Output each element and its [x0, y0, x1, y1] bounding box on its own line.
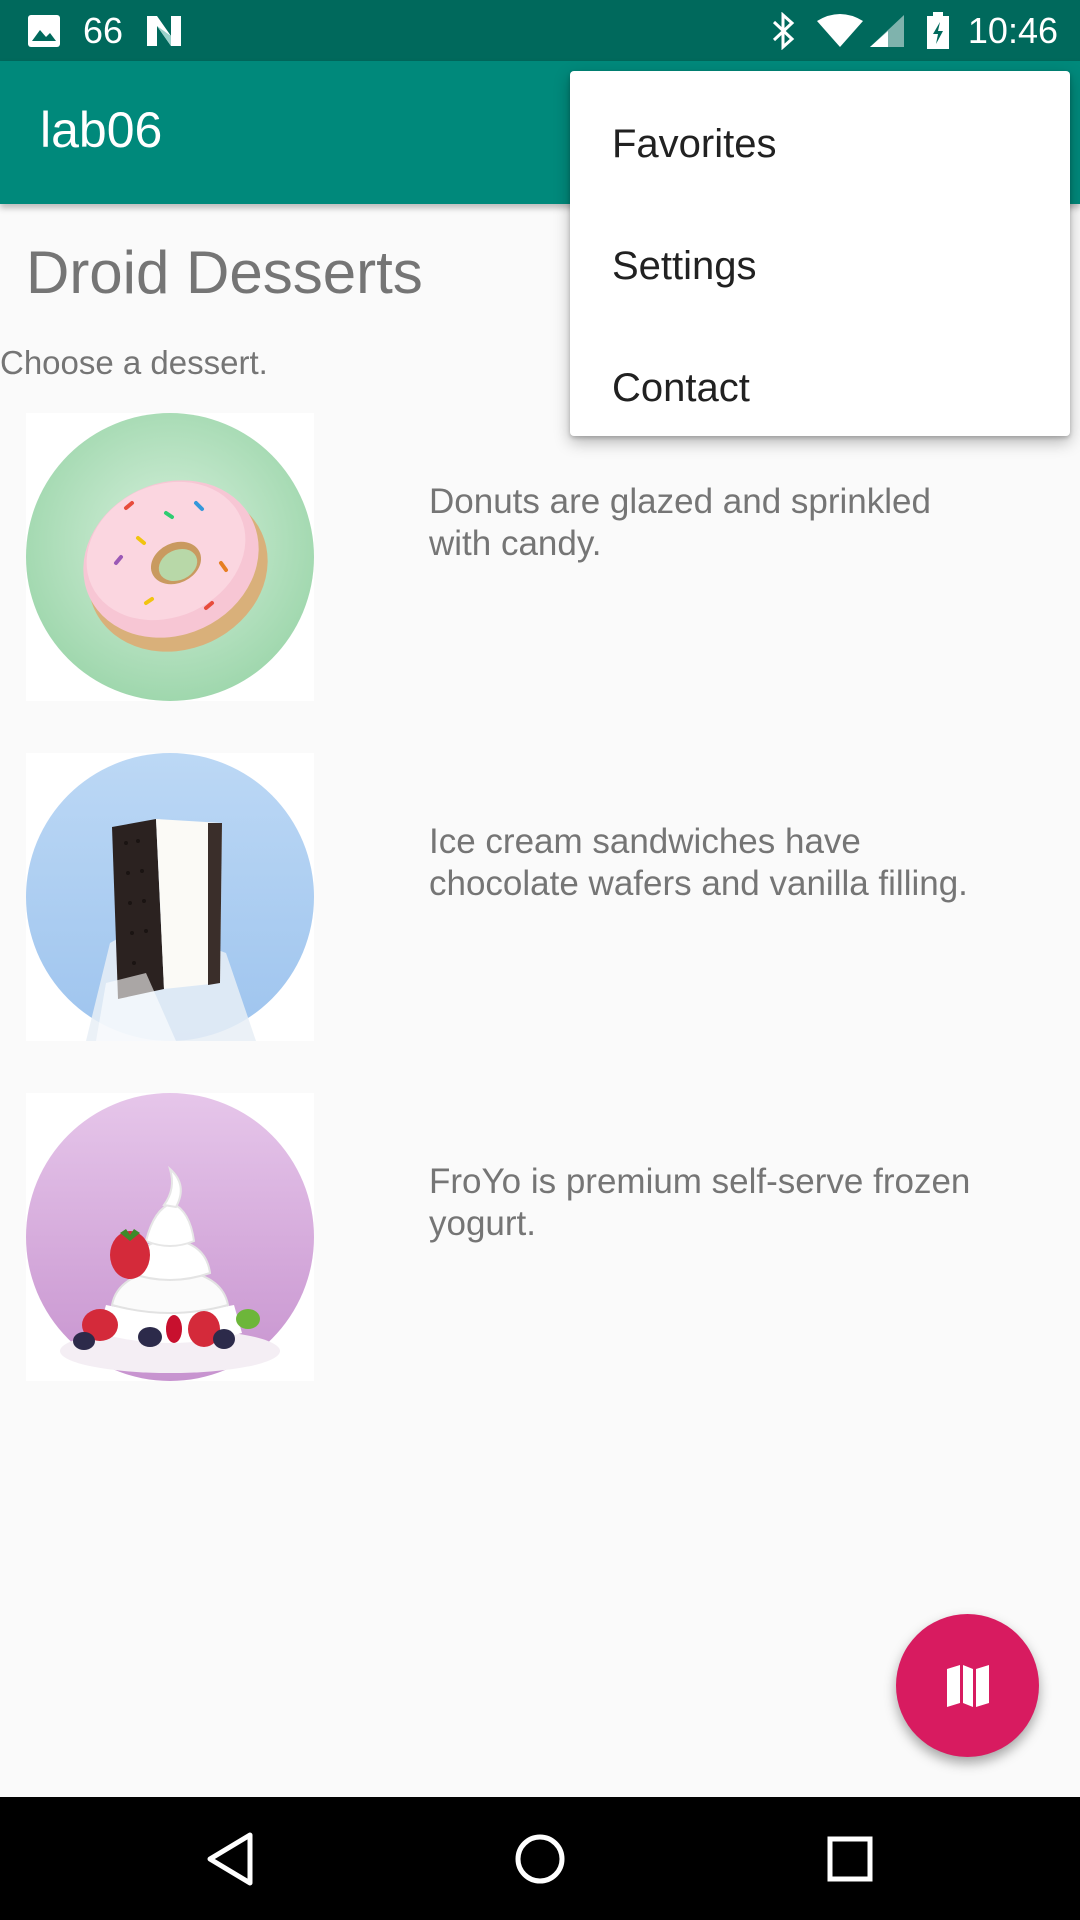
image-icon	[28, 14, 60, 47]
dessert-description: FroYo is premium self-serve frozen yogur…	[429, 1162, 971, 1243]
map-icon	[946, 1664, 989, 1707]
donut-image[interactable]	[26, 413, 314, 701]
back-icon[interactable]	[198, 1827, 262, 1891]
menu-item-contact[interactable]: Contact	[570, 327, 1070, 449]
n-icon	[147, 15, 182, 46]
status-bar: 66 10:46	[0, 0, 1080, 61]
menu-item-favorites[interactable]: Favorites	[570, 83, 1070, 205]
battery-icon	[926, 11, 949, 49]
recents-icon[interactable]	[818, 1827, 882, 1891]
page-subtitle: Choose a dessert.	[0, 344, 268, 381]
overflow-menu: Favorites Settings Contact	[570, 71, 1070, 436]
navigation-bar	[0, 1797, 1080, 1920]
dessert-item-froyo: FroYo is premium self-serve frozen yogur…	[0, 1093, 1080, 1383]
dessert-item-ice-cream-sandwich: Ice cream sandwiches have chocolate wafe…	[0, 753, 1080, 1043]
notification-count: 66	[83, 9, 124, 51]
cell-signal-icon	[869, 14, 904, 47]
home-icon[interactable]	[508, 1827, 572, 1891]
map-fab-button[interactable]	[896, 1614, 1039, 1757]
wifi-icon	[816, 13, 863, 47]
bluetooth-icon	[772, 11, 795, 50]
menu-item-settings[interactable]: Settings	[570, 205, 1070, 327]
dessert-description: Donuts are glazed and sprinkled with can…	[429, 482, 931, 563]
dessert-description: Ice cream sandwiches have chocolate wafe…	[429, 822, 968, 903]
ice-cream-sandwich-image[interactable]	[26, 753, 314, 1041]
dessert-item-donut: Donuts are glazed and sprinkled with can…	[0, 413, 1080, 703]
froyo-image[interactable]	[26, 1093, 314, 1381]
app-title: lab06	[40, 102, 163, 158]
page-title: Droid Desserts	[26, 239, 423, 306]
status-time: 10:46	[967, 9, 1058, 51]
